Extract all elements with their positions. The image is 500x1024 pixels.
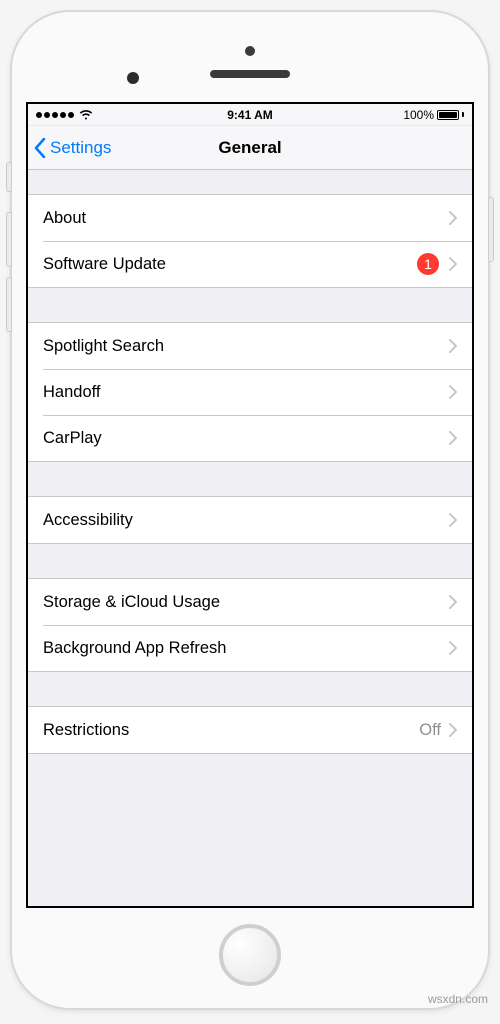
row-detail: Off [419, 721, 441, 740]
row-label: Storage & iCloud Usage [43, 593, 449, 612]
settings-group-2: Spotlight Search Handoff CarPlay [28, 322, 472, 462]
content-area: About Software Update 1 Spotlight Search… [28, 170, 472, 906]
sensor-dot [245, 46, 255, 56]
watermark: wsxdn.com [428, 992, 488, 1006]
wifi-icon [79, 110, 93, 120]
chevron-right-icon [449, 385, 457, 399]
group-spacer [28, 672, 472, 706]
power-button [488, 197, 494, 262]
settings-group-4: Storage & iCloud Usage Background App Re… [28, 578, 472, 672]
chevron-left-icon [34, 138, 46, 158]
row-label: Accessibility [43, 511, 449, 530]
row-label: Spotlight Search [43, 337, 449, 356]
status-right: 100% [273, 108, 464, 122]
chevron-right-icon [449, 641, 457, 655]
chevron-right-icon [449, 339, 457, 353]
row-label: Software Update [43, 255, 417, 274]
row-accessibility[interactable]: Accessibility [28, 497, 472, 543]
settings-group-5: Restrictions Off [28, 706, 472, 754]
group-spacer [28, 544, 472, 578]
battery-icon [437, 110, 459, 120]
row-software-update[interactable]: Software Update 1 [28, 241, 472, 287]
group-spacer [28, 288, 472, 322]
earpiece-speaker [210, 70, 290, 78]
group-spacer [28, 754, 472, 788]
row-label: CarPlay [43, 429, 449, 448]
group-spacer [28, 170, 472, 194]
volume-down-button [6, 277, 12, 332]
battery-percentage: 100% [403, 108, 434, 122]
settings-group-3: Accessibility [28, 496, 472, 544]
status-time: 9:41 AM [227, 108, 273, 122]
signal-strength-icon [36, 112, 74, 118]
chevron-right-icon [449, 257, 457, 271]
row-carplay[interactable]: CarPlay [28, 415, 472, 461]
back-button[interactable]: Settings [34, 138, 111, 158]
row-background-app-refresh[interactable]: Background App Refresh [28, 625, 472, 671]
row-about[interactable]: About [28, 195, 472, 241]
battery-cap [462, 112, 464, 117]
navigation-bar: Settings General [28, 126, 472, 170]
row-storage-icloud-usage[interactable]: Storage & iCloud Usage [28, 579, 472, 625]
home-button[interactable] [219, 924, 281, 986]
mute-switch [6, 162, 12, 192]
iphone-frame: 9:41 AM 100% Settings General About [10, 10, 490, 1010]
row-spotlight-search[interactable]: Spotlight Search [28, 323, 472, 369]
chevron-right-icon [449, 595, 457, 609]
screen: 9:41 AM 100% Settings General About [26, 102, 474, 908]
status-left [36, 110, 227, 120]
back-label: Settings [50, 138, 111, 158]
settings-group-1: About Software Update 1 [28, 194, 472, 288]
notification-badge: 1 [417, 253, 439, 275]
front-camera [127, 72, 139, 84]
volume-up-button [6, 212, 12, 267]
row-label: Restrictions [43, 721, 419, 740]
chevron-right-icon [449, 211, 457, 225]
group-spacer [28, 462, 472, 496]
row-label: Background App Refresh [43, 639, 449, 658]
row-label: Handoff [43, 383, 449, 402]
row-handoff[interactable]: Handoff [28, 369, 472, 415]
row-restrictions[interactable]: Restrictions Off [28, 707, 472, 753]
row-label: About [43, 209, 449, 228]
chevron-right-icon [449, 513, 457, 527]
chevron-right-icon [449, 431, 457, 445]
status-bar: 9:41 AM 100% [28, 104, 472, 126]
chevron-right-icon [449, 723, 457, 737]
